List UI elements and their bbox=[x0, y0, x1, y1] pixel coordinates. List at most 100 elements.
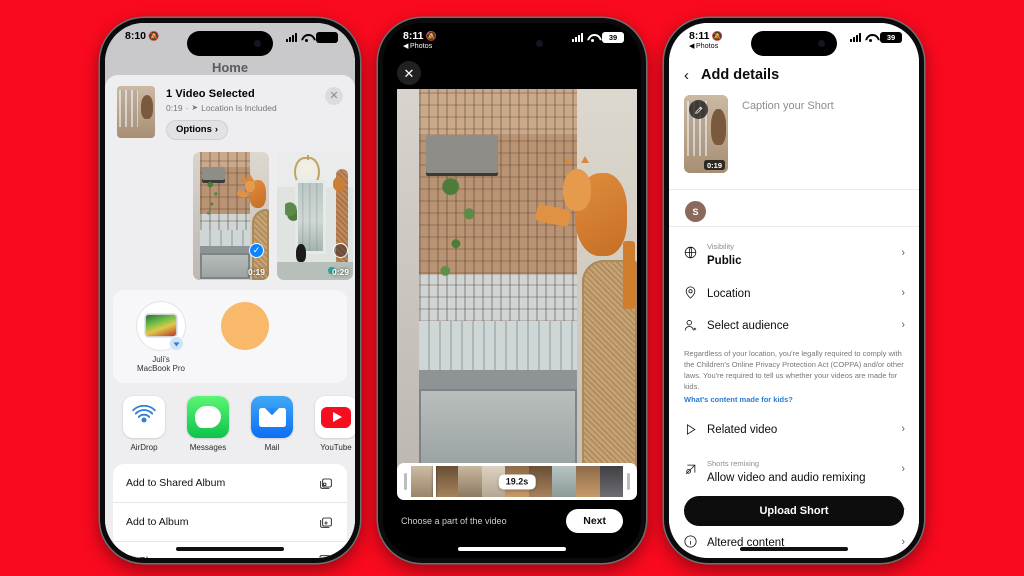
video-trim-filmstrip[interactable]: 19.2s bbox=[397, 463, 637, 500]
battery-icon bbox=[316, 32, 338, 43]
share-app-messages[interactable]: Messages bbox=[187, 396, 229, 452]
airdrop-target-contact[interactable] bbox=[214, 301, 276, 375]
bell-slash-icon: 🔕 bbox=[711, 30, 723, 41]
contact-avatar-icon bbox=[221, 301, 269, 350]
option-value: Select audience bbox=[707, 320, 789, 333]
share-action-list: Add to Shared Album Add to Album AirPlay… bbox=[113, 464, 347, 558]
option-altered-content[interactable]: Altered content › bbox=[669, 526, 919, 558]
trim-handle-left[interactable] bbox=[404, 473, 407, 490]
location-included-label: Location Is Included bbox=[201, 102, 277, 113]
subtitle-separator: · bbox=[185, 102, 189, 113]
close-button[interactable]: ✕ bbox=[325, 87, 343, 105]
phone-right: 8:11 🔕 ◀ Photos 39 ‹ Add details 0:19 Ca… bbox=[664, 18, 924, 563]
wifi-icon bbox=[865, 33, 876, 42]
avatar[interactable]: S bbox=[685, 201, 706, 222]
share-app-youtube[interactable]: YouTube bbox=[315, 396, 355, 452]
cellular-bars-icon bbox=[572, 33, 583, 42]
phone-middle: 8:11 🔕 ◀ Photos 39 ✕ 19.2s Choose a part… bbox=[378, 18, 646, 563]
playhead[interactable] bbox=[433, 466, 436, 497]
short-thumbnail[interactable]: 0:19 bbox=[684, 95, 728, 173]
chevron-right-icon: › bbox=[901, 246, 905, 259]
airdrop-badge-icon bbox=[169, 335, 184, 351]
option-value: Allow video and audio remixing bbox=[707, 471, 866, 484]
caption-row[interactable]: 0:19 Caption your Short bbox=[684, 95, 904, 173]
selected-video-thumbnail bbox=[117, 86, 155, 138]
location-arrow-icon: ➤ bbox=[191, 103, 199, 112]
caption-input[interactable]: Caption your Short bbox=[742, 95, 834, 173]
status-time: 8:10 bbox=[125, 30, 147, 42]
thumbnail-duration: 0:29 bbox=[331, 266, 349, 277]
option-visibility[interactable]: Visibility Public › bbox=[669, 229, 919, 277]
messages-icon bbox=[187, 396, 229, 438]
options-label: Options bbox=[176, 124, 212, 135]
action-label: AirPlay bbox=[126, 555, 159, 558]
option-value: Public bbox=[707, 255, 742, 267]
divider bbox=[669, 226, 919, 227]
upload-short-button[interactable]: Upload Short bbox=[684, 496, 904, 526]
action-label: Add to Shared Album bbox=[126, 477, 226, 489]
share-app-mail[interactable]: Mail bbox=[251, 396, 293, 452]
status-back-to-photos[interactable]: ◀ Photos bbox=[689, 43, 723, 50]
dynamic-island bbox=[469, 31, 555, 56]
home-indicator bbox=[176, 547, 284, 551]
option-select-audience[interactable]: Select audience › bbox=[669, 309, 919, 342]
person-add-icon bbox=[683, 318, 707, 333]
share-sheet-header: 1 Video Selected 0:19 · ➤ Location Is In… bbox=[105, 75, 355, 148]
trim-handle-right[interactable] bbox=[627, 473, 630, 490]
coppa-link[interactable]: What's content made for kids? bbox=[684, 394, 904, 405]
battery-icon: 39 bbox=[880, 32, 902, 43]
chevron-right-icon: › bbox=[901, 319, 905, 332]
trim-duration-badge: 19.2s bbox=[498, 474, 536, 489]
option-location[interactable]: Location › bbox=[669, 277, 919, 310]
share-sheet-subtitle: 0:19 · ➤ Location Is Included bbox=[166, 103, 343, 113]
page-header: ‹ Add details bbox=[669, 59, 919, 91]
option-shorts-remixing[interactable]: Shorts remixing Allow video and audio re… bbox=[669, 446, 919, 494]
chevron-right-icon: › bbox=[901, 535, 905, 548]
status-back-to-photos[interactable]: ◀ Photos bbox=[403, 43, 437, 50]
trim-hint-label: Choose a part of the video bbox=[401, 516, 507, 526]
airdrop-target-macbook[interactable]: Juli's MacBook Pro bbox=[130, 301, 192, 375]
action-label: Add to Album bbox=[126, 516, 189, 528]
options-button[interactable]: Options › bbox=[166, 119, 229, 140]
battery-icon: 39 bbox=[602, 32, 624, 43]
next-button[interactable]: Next bbox=[566, 509, 623, 533]
share-app-airdrop[interactable]: AirDrop bbox=[123, 396, 165, 452]
option-sublabel: Shorts remixing bbox=[707, 458, 760, 468]
action-add-to-album[interactable]: Add to Album bbox=[113, 503, 347, 542]
remix-icon bbox=[683, 462, 707, 477]
bell-slash-icon: 🔕 bbox=[148, 30, 160, 41]
phone-left: Home 8:10 🔕 1 Video Selected 0:19 · ➤ Lo… bbox=[100, 18, 360, 563]
airdrop-icon bbox=[123, 396, 165, 438]
chevron-left-icon[interactable]: ‹ bbox=[684, 67, 689, 84]
video-thumbnail-2[interactable]: 0:29 bbox=[277, 151, 353, 280]
youtube-icon bbox=[315, 396, 355, 438]
coppa-notice: Regardless of your location, you're lega… bbox=[669, 342, 919, 413]
globe-icon bbox=[683, 245, 707, 260]
video-preview[interactable] bbox=[397, 89, 637, 469]
mail-icon bbox=[251, 396, 293, 438]
airdrop-row: Juli's MacBook Pro bbox=[113, 289, 347, 383]
chevron-right-icon: › bbox=[901, 286, 905, 299]
shared-album-icon bbox=[320, 478, 332, 489]
dynamic-island bbox=[751, 31, 837, 56]
video-duration: 0:19 bbox=[166, 102, 183, 113]
macbook-icon bbox=[146, 315, 176, 336]
close-button[interactable]: ✕ bbox=[397, 61, 421, 85]
share-app-label: YouTube bbox=[320, 443, 352, 452]
selected-checkmark-icon: ✓ bbox=[249, 242, 264, 258]
pencil-icon[interactable] bbox=[689, 100, 708, 119]
page-title: Add details bbox=[701, 67, 780, 83]
cellular-bars-icon bbox=[850, 33, 861, 42]
add-album-icon bbox=[320, 517, 332, 528]
home-indicator bbox=[740, 547, 848, 551]
video-thumbnail-1[interactable]: ✓ 0:19 bbox=[193, 151, 269, 280]
option-value: Location bbox=[707, 287, 751, 300]
location-pin-icon bbox=[683, 285, 707, 300]
bell-slash-icon: 🔕 bbox=[425, 30, 437, 41]
coppa-text: Regardless of your location, you're lega… bbox=[684, 348, 904, 391]
thumbnail-duration: 0:19 bbox=[703, 160, 725, 170]
option-related-video[interactable]: Related video › bbox=[669, 413, 919, 446]
action-add-to-shared-album[interactable]: Add to Shared Album bbox=[113, 464, 347, 503]
option-value: Related video bbox=[707, 424, 778, 437]
info-icon bbox=[683, 534, 707, 549]
